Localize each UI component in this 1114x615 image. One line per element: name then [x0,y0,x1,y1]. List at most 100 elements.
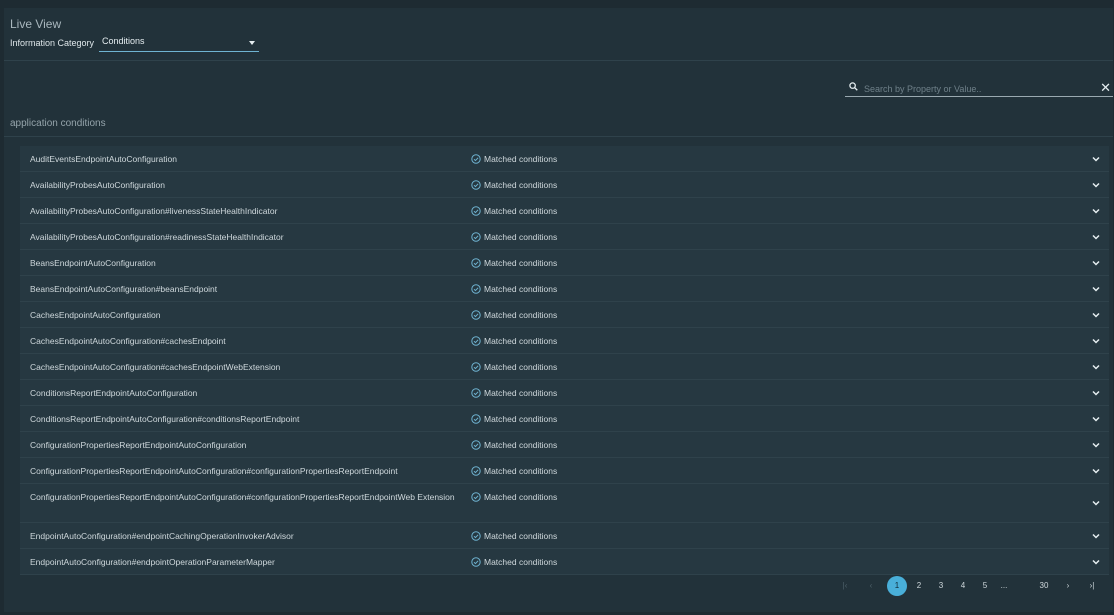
chevron-down-icon[interactable] [1092,234,1100,240]
match-status: Matched conditions [471,465,557,476]
condition-name: CachesEndpointAutoConfiguration [30,310,161,320]
chevron-down-icon[interactable] [1092,338,1100,344]
match-status: Matched conditions [471,413,557,424]
page-30-button[interactable]: 30 [1034,576,1054,596]
caret-down-icon [249,41,255,45]
condition-name: BeansEndpointAutoConfiguration [30,258,156,268]
information-category-select[interactable]: Conditions [99,35,259,52]
check-circle-icon [471,206,481,216]
match-status: Matched conditions [471,556,557,567]
divider [4,136,1113,137]
check-circle-icon [471,362,481,372]
table-row[interactable]: EndpointAutoConfiguration#endpointCachin… [20,523,1109,549]
match-status-label: Matched conditions [484,231,558,242]
chevron-down-icon[interactable] [1092,468,1100,474]
chevron-down-icon[interactable] [1092,416,1100,422]
check-circle-icon [471,414,481,424]
condition-name: AvailabilityProbesAutoConfiguration#read… [30,232,284,242]
table-row[interactable]: EndpointAutoConfiguration#endpointOperat… [20,549,1109,575]
match-status: Matched conditions [471,179,557,190]
condition-name: ConditionsReportEndpointAutoConfiguratio… [30,414,300,424]
chevron-down-icon[interactable] [1092,208,1100,214]
first-page-button[interactable]: |‹ [839,576,851,596]
chevron-down-icon[interactable] [1092,559,1100,565]
match-status: Matched conditions [471,309,557,320]
match-status: Matched conditions [471,335,557,346]
conditions-table: AuditEventsEndpointAutoConfiguration Matc… [20,146,1109,575]
next-page-button[interactable]: › [1062,576,1074,596]
match-status-label: Matched conditions [484,439,558,450]
condition-name: EndpointAutoConfiguration#endpointOperat… [30,557,275,567]
table-row[interactable]: AvailabilityProbesAutoConfiguration#live… [20,198,1109,224]
check-circle-icon [471,492,481,502]
match-status-label: Matched conditions [484,205,558,216]
match-status: Matched conditions [471,530,557,541]
chevron-down-icon[interactable] [1092,182,1100,188]
match-status: Matched conditions [471,153,557,164]
check-circle-icon [471,531,481,541]
page-title: Live View [10,17,62,31]
table-row[interactable]: CachesEndpointAutoConfiguration#cachesEn… [20,328,1109,354]
condition-name: ConfigurationPropertiesReportEndpointAut… [30,466,398,476]
condition-name: AvailabilityProbesAutoConfiguration [30,180,165,190]
chevron-down-icon[interactable] [1092,156,1100,162]
chevron-down-icon[interactable] [1092,364,1100,370]
chevron-down-icon[interactable] [1092,533,1100,539]
condition-name: BeansEndpointAutoConfiguration#beansEndp… [30,284,218,294]
match-status: Matched conditions [471,361,557,372]
table-row[interactable]: ConfigurationPropertiesReportEndpointAut… [20,432,1109,458]
search-icon [849,82,858,91]
match-status: Matched conditions [471,205,557,216]
condition-name: CachesEndpointAutoConfiguration#cachesEn… [30,336,226,346]
page-4-button[interactable]: 4 [953,576,973,596]
condition-name: ConditionsReportEndpointAutoConfiguratio… [30,388,198,398]
table-row[interactable]: ConfigurationPropertiesReportEndpointAut… [20,458,1109,484]
check-circle-icon [471,388,481,398]
page-2-button[interactable]: 2 [909,576,929,596]
table-row[interactable]: ConditionsReportEndpointAutoConfiguratio… [20,380,1109,406]
chevron-down-icon[interactable] [1092,260,1100,266]
table-row[interactable]: ConfigurationPropertiesReportEndpointAut… [20,484,1109,523]
pagination-ellipsis: ... [1000,581,1008,590]
table-row[interactable]: AvailabilityProbesAutoConfiguration Match… [20,172,1109,198]
table-row[interactable]: BeansEndpointAutoConfiguration#beansEndp… [20,276,1109,302]
match-status: Matched conditions [471,257,557,268]
table-row[interactable]: AuditEventsEndpointAutoConfiguration Matc… [20,146,1109,172]
table-row[interactable]: BeansEndpointAutoConfiguration Matched co… [20,250,1109,276]
match-status-label: Matched conditions [484,283,558,294]
condition-name: AvailabilityProbesAutoConfiguration#live… [30,206,278,216]
check-circle-icon [471,336,481,346]
check-circle-icon [471,310,481,320]
check-circle-icon [471,232,481,242]
match-status: Matched conditions [471,491,557,502]
page-3-button[interactable]: 3 [931,576,951,596]
information-category-value: Conditions [102,36,145,46]
chevron-down-icon[interactable] [1092,500,1100,506]
previous-page-button[interactable]: ‹ [865,576,877,596]
page-1-button[interactable]: 1 [887,576,907,596]
chevron-down-icon[interactable] [1092,390,1100,396]
page-5-button[interactable]: 5 [975,576,995,596]
match-status-label: Matched conditions [484,335,558,346]
live-view-panel: Live View Information Category Condition… [4,8,1113,612]
match-status-label: Matched conditions [484,257,558,268]
table-row[interactable]: CachesEndpointAutoConfiguration#cachesEn… [20,354,1109,380]
table-row[interactable]: ConditionsReportEndpointAutoConfiguratio… [20,406,1109,432]
table-row[interactable]: AvailabilityProbesAutoConfiguration#read… [20,224,1109,250]
search-box: ✕ [845,80,1113,97]
condition-name: EndpointAutoConfiguration#endpointCachin… [30,531,294,541]
check-circle-icon [471,466,481,476]
match-status: Matched conditions [471,283,557,294]
check-circle-icon [471,258,481,268]
chevron-down-icon[interactable] [1092,442,1100,448]
match-status-label: Matched conditions [484,556,558,567]
chevron-down-icon[interactable] [1092,286,1100,292]
table-row[interactable]: CachesEndpointAutoConfiguration Matched c… [20,302,1109,328]
last-page-button[interactable]: ›| [1085,576,1099,596]
match-status-label: Matched conditions [484,530,558,541]
chevron-down-icon[interactable] [1092,312,1100,318]
information-category-label: Information Category [10,38,95,48]
match-status: Matched conditions [471,439,557,450]
search-input[interactable] [862,80,1066,97]
clear-search-icon[interactable]: ✕ [1100,80,1111,95]
